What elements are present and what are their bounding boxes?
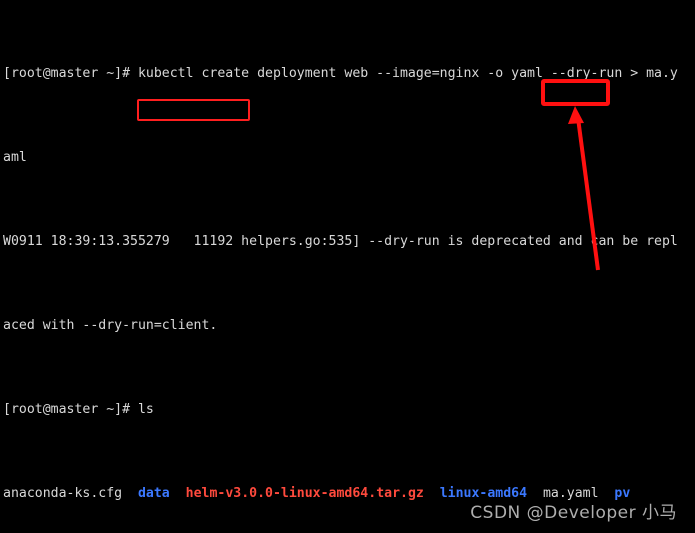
- terminal-line-warning-2: aced with --dry-run=client.: [0, 315, 695, 336]
- ls-gap-2: [170, 486, 186, 501]
- dir-data: data: [137, 486, 170, 501]
- terminal-line-command-wrap: aml: [0, 147, 695, 168]
- ls-gap-3: [424, 486, 440, 501]
- warning-text-1: W0911 18:39:13.355279 11192 helpers.go:5…: [3, 234, 678, 249]
- warning-text-2: aced with --dry-run=client.: [3, 318, 218, 333]
- command-ls-text: [root@master ~]# ls: [3, 402, 154, 417]
- ls-gap-1: [122, 486, 138, 501]
- terminal-output[interactable]: [root@master ~]# kubectl create deployme…: [0, 0, 695, 533]
- command-kubectl-text: [root@master ~]# kubectl create deployme…: [3, 66, 678, 81]
- terminal-line-warning-1: W0911 18:39:13.355279 11192 helpers.go:5…: [0, 231, 695, 252]
- archive-helm-tar-gz: helm-v3.0.0-linux-amd64.tar.gz: [185, 486, 424, 501]
- file-anaconda-ks-cfg: anaconda-ks.cfg: [3, 486, 123, 501]
- terminal-screen: [root@master ~]# kubectl create deployme…: [0, 0, 695, 533]
- csdn-watermark: CSDN @Developer 小马: [470, 503, 677, 523]
- command-wrap-text: aml: [3, 150, 27, 165]
- terminal-line-command-kubectl: [root@master ~]# kubectl create deployme…: [0, 63, 695, 84]
- terminal-line-command-ls: [root@master ~]# ls: [0, 399, 695, 420]
